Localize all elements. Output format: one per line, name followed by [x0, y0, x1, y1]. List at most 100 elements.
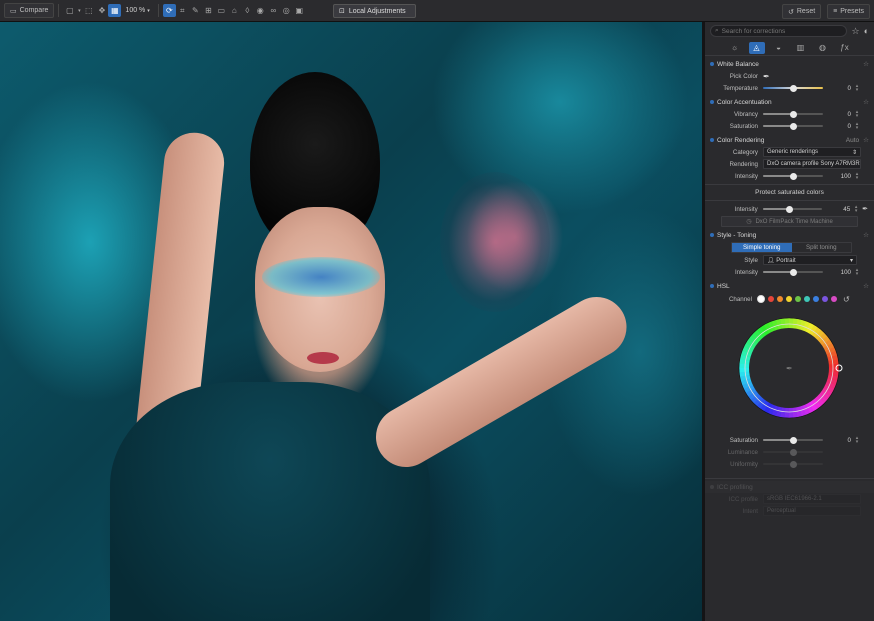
- palette-tabs: ☼ ◬ ◒ ▥ ◍ ƒx: [705, 40, 874, 56]
- hsl-luminance-slider[interactable]: [763, 448, 823, 456]
- eyedropper-icon[interactable]: ✎: [189, 4, 202, 17]
- presets-button[interactable]: ≡ Presets: [827, 4, 870, 19]
- eye-icon[interactable]: ◎: [280, 4, 293, 17]
- icc-header[interactable]: ICC profiling: [705, 481, 874, 493]
- channel-swatch[interactable]: [804, 296, 810, 302]
- perspective-icon[interactable]: ⊞: [202, 4, 215, 17]
- slider-knob[interactable]: [789, 172, 797, 180]
- channel-swatch[interactable]: [813, 296, 819, 302]
- temperature-value[interactable]: 0: [829, 85, 851, 92]
- overlay-icon[interactable]: ▣: [293, 4, 306, 17]
- stepper-icon[interactable]: ▴ ▾: [853, 205, 859, 214]
- rotate-icon[interactable]: ⟳: [162, 4, 176, 17]
- slider-knob[interactable]: [789, 122, 797, 130]
- hsl-header[interactable]: HSL ☆: [705, 280, 874, 292]
- color-rendering-mode[interactable]: Auto: [846, 137, 859, 144]
- star-icon[interactable]: ☆: [863, 136, 869, 144]
- toning-intensity-value[interactable]: 100: [829, 269, 851, 276]
- temperature-slider[interactable]: [763, 84, 823, 92]
- vibrancy-value[interactable]: 0: [829, 111, 851, 118]
- saturation-value[interactable]: 0: [829, 123, 851, 130]
- style-select[interactable]: 👤︎ Portrait ▾: [763, 255, 857, 265]
- star-icon[interactable]: ☆: [863, 231, 869, 239]
- tab-color-icon[interactable]: ◬: [748, 41, 765, 54]
- channel-swatch[interactable]: [768, 296, 774, 302]
- crop-icon[interactable]: ⌗: [176, 4, 189, 17]
- intent-select[interactable]: Perceptual: [763, 506, 861, 516]
- red-eye-icon[interactable]: ◉: [254, 4, 267, 17]
- slider-knob[interactable]: [786, 205, 794, 213]
- simple-toning-tab[interactable]: Simple toning: [732, 243, 792, 252]
- local-adjustments-button[interactable]: ⊡ Local Adjustments: [333, 4, 416, 18]
- toggle-icon[interactable]: ◐: [864, 26, 869, 36]
- hsl-saturation-slider[interactable]: [763, 436, 823, 444]
- slider-knob[interactable]: [790, 448, 797, 456]
- compare-button[interactable]: ▭ Compare: [4, 3, 55, 18]
- clone-icon[interactable]: ◊: [241, 4, 254, 17]
- horizon-icon[interactable]: ▭: [215, 4, 228, 17]
- protect-intensity-slider[interactable]: [762, 205, 823, 213]
- channel-swatch[interactable]: [822, 296, 828, 302]
- eyedropper-icon[interactable]: ✒: [786, 364, 793, 373]
- link-icon[interactable]: ∞: [267, 4, 280, 17]
- stepper-icon[interactable]: ▴ ▾: [854, 172, 860, 181]
- rendering-intensity-slider[interactable]: [763, 172, 823, 180]
- grid-icon[interactable]: ▦: [108, 4, 122, 17]
- star-icon[interactable]: ☆: [863, 282, 869, 290]
- photo-viewer[interactable]: [0, 22, 702, 621]
- eyedropper-icon[interactable]: ✒: [763, 72, 770, 81]
- channel-swatch[interactable]: [831, 296, 837, 302]
- move-icon[interactable]: ✥: [95, 4, 108, 17]
- color-accentuation-header[interactable]: Color Accentuation ☆: [705, 96, 874, 108]
- split-toning-tab[interactable]: Split toning: [792, 243, 852, 252]
- hsl-color-wheel[interactable]: ✒: [705, 306, 874, 434]
- fit-screen-icon[interactable]: ⬚: [82, 4, 95, 17]
- filmpack-label: DxO FilmPack Time Machine: [755, 218, 833, 225]
- icc-profile-select[interactable]: sRGB IEC61966-2.1: [763, 494, 861, 504]
- filmpack-time-machine-button[interactable]: ◷ DxO FilmPack Time Machine: [721, 216, 858, 227]
- saturation-slider[interactable]: [763, 122, 823, 130]
- stepper-icon[interactable]: ▴ ▾: [854, 122, 860, 131]
- slider-knob[interactable]: [789, 84, 797, 92]
- hsl-uniformity-slider[interactable]: [763, 460, 823, 468]
- vibrancy-slider[interactable]: [763, 110, 823, 118]
- slider-knob[interactable]: [789, 436, 797, 444]
- star-icon[interactable]: ☆: [863, 60, 869, 68]
- color-rendering-header[interactable]: Color Rendering Auto ☆: [705, 134, 874, 146]
- reset-button[interactable]: ↺ Reset: [782, 4, 822, 19]
- protect-intensity-value[interactable]: 45: [828, 206, 850, 213]
- tab-fx-icon[interactable]: ƒx: [837, 42, 853, 54]
- category-select[interactable]: Generic renderings ⇕: [763, 147, 861, 157]
- tab-geometry-icon[interactable]: ▥: [793, 42, 809, 54]
- channel-swatch[interactable]: [795, 296, 801, 302]
- white-balance-header[interactable]: White Balance ☆: [705, 58, 874, 70]
- slider-knob[interactable]: [789, 110, 797, 118]
- toning-intensity-slider[interactable]: [763, 268, 823, 276]
- stepper-icon[interactable]: ▴ ▾: [854, 268, 860, 277]
- slider-knob[interactable]: [790, 460, 797, 468]
- channel-swatch[interactable]: [757, 295, 765, 303]
- star-icon[interactable]: ☆: [863, 98, 869, 106]
- eyedropper-icon[interactable]: ✒: [862, 205, 868, 213]
- tab-local-icon[interactable]: ◍: [815, 42, 831, 54]
- section-active-dot: [710, 485, 714, 489]
- tab-detail-icon[interactable]: ◒: [771, 42, 787, 54]
- channel-swatch[interactable]: [786, 296, 792, 302]
- slider-knob[interactable]: [789, 268, 797, 276]
- search-input[interactable]: ⌕ Search for corrections: [710, 25, 848, 37]
- icc-title: ICC profiling: [717, 483, 753, 491]
- hsl-saturation-value[interactable]: 0: [829, 437, 851, 444]
- stepper-icon[interactable]: ▴ ▾: [854, 84, 860, 93]
- reset-icon[interactable]: ↺: [843, 295, 850, 304]
- style-toning-header[interactable]: Style - Toning ☆: [705, 229, 874, 241]
- star-icon[interactable]: ☆: [851, 26, 859, 37]
- tab-light-icon[interactable]: ☼: [727, 42, 743, 54]
- display-mode-icon[interactable]: ▢: [63, 4, 76, 17]
- stepper-icon[interactable]: ▴ ▾: [854, 110, 860, 119]
- rendering-intensity-value[interactable]: 100: [829, 173, 851, 180]
- zoom-selector[interactable]: 100 % ▾: [121, 4, 153, 18]
- repair-icon[interactable]: ⌂: [228, 4, 241, 17]
- stepper-icon[interactable]: ▴ ▾: [854, 436, 860, 445]
- channel-swatch[interactable]: [777, 296, 783, 302]
- rendering-select[interactable]: DxO camera profile Sony A7RM3R: [763, 159, 861, 169]
